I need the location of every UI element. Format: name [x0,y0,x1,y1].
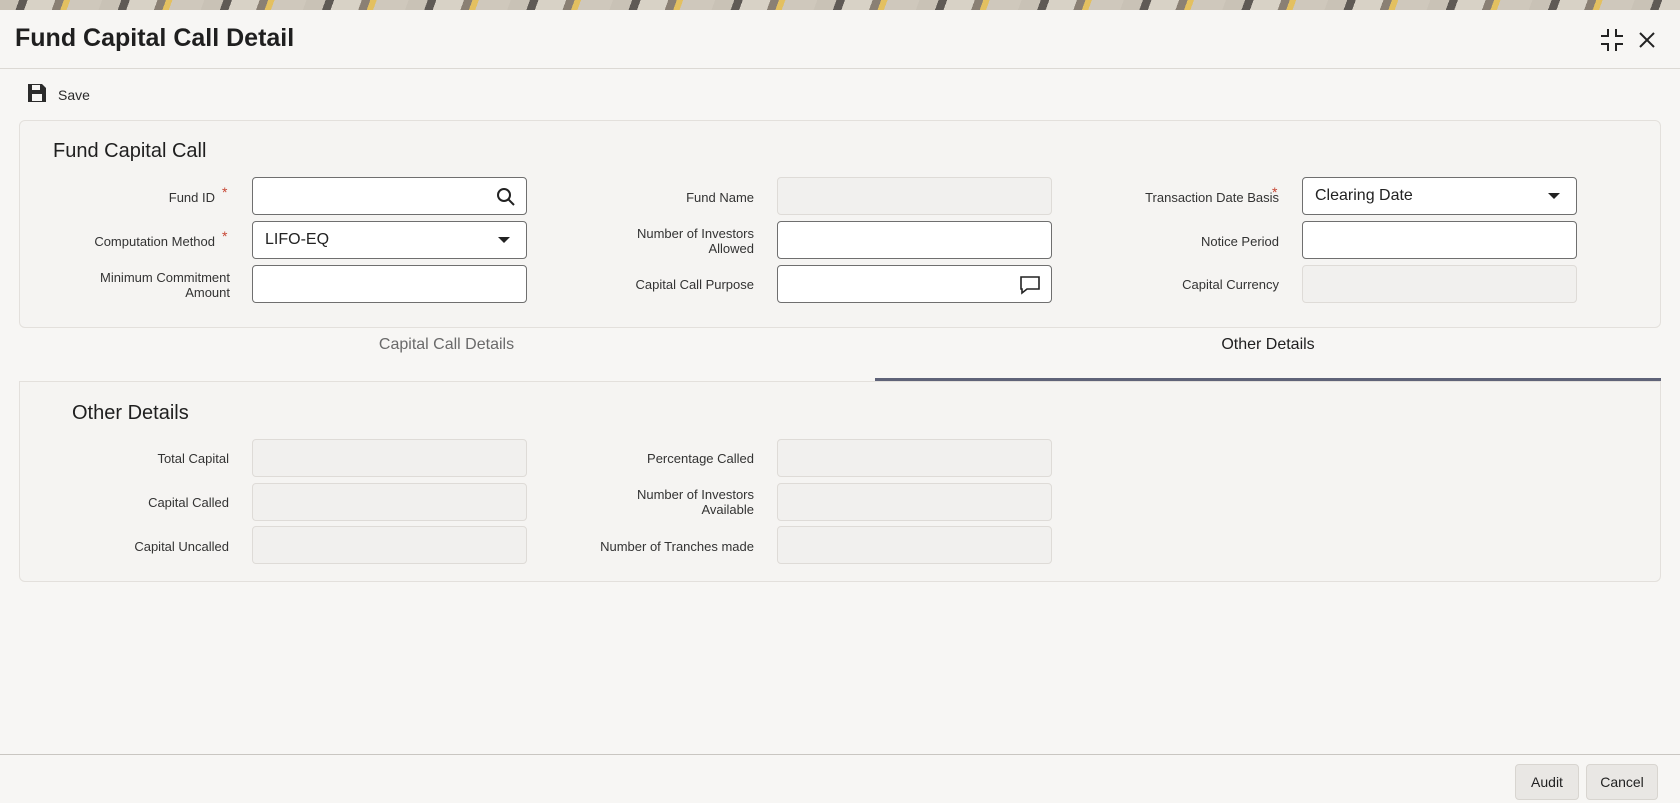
number-of-investors-allowed-input[interactable] [777,221,1052,259]
fund-capital-call-title: Fund Capital Call [53,140,207,162]
title-bar: Fund Capital Call Detail [0,10,1680,69]
footer-bar: Audit Cancel [0,754,1680,803]
audit-button[interactable]: Audit [1515,764,1579,800]
fund-name-label: Fund Name [686,190,754,205]
other-details-title: Other Details [72,402,189,424]
maximize-icon[interactable] [1599,27,1625,53]
page-title: Fund Capital Call Detail [15,24,295,52]
chevron-down-icon [1548,193,1560,199]
number-of-investors-available-label: Number of Investors Available [636,487,754,517]
fund-id-input[interactable] [252,177,527,215]
capital-call-purpose-label: Capital Call Purpose [635,277,754,292]
number-of-investors-allowed-label: Number of Investors Allowed [636,226,754,256]
total-capital-label: Total Capital [157,451,229,466]
number-of-investors-available-field [777,483,1052,521]
computation-method-select[interactable]: LIFO-EQ [252,221,527,259]
tab-other-details[interactable]: Other Details [875,336,1661,381]
capital-call-purpose-input[interactable] [777,265,1052,303]
fund-name-field [777,177,1052,215]
notice-period-input[interactable] [1302,221,1577,259]
search-icon[interactable] [496,187,516,212]
percentage-called-field [777,439,1052,477]
fund-id-required: * [222,184,228,200]
minimum-commitment-amount-input[interactable] [252,265,527,303]
computation-method-required: * [222,228,228,244]
computation-method-label: Computation Method [94,234,215,249]
notice-period-label: Notice Period [1200,234,1279,249]
number-of-tranches-made-field [777,526,1052,564]
header-pattern-strip [0,0,1680,10]
cancel-button[interactable]: Cancel [1586,764,1658,800]
tab-capital-call-details[interactable]: Capital Call Details [19,336,874,380]
save-button[interactable]: Save [26,82,90,107]
capital-uncalled-label: Capital Uncalled [134,539,229,554]
fund-id-label: Fund ID [168,190,215,205]
capital-uncalled-field [252,526,527,564]
floppy-disk-icon [26,82,48,107]
transaction-date-basis-select[interactable]: Clearing Date [1302,177,1577,215]
capital-currency-field [1302,265,1577,303]
close-icon[interactable] [1634,27,1660,53]
comment-icon[interactable] [1019,275,1041,300]
number-of-tranches-made-label: Number of Tranches made [600,539,754,554]
minimum-commitment-amount-label: Minimum Commitment Amount [99,270,230,300]
percentage-called-label: Percentage Called [647,451,754,466]
transaction-date-basis-required: * [1272,184,1278,200]
chevron-down-icon [498,237,510,243]
capital-currency-label: Capital Currency [1182,277,1279,292]
total-capital-field [252,439,527,477]
capital-called-field [252,483,527,521]
transaction-date-basis-label: Transaction Date Basis [1145,190,1279,205]
save-label: Save [58,86,90,103]
capital-called-label: Capital Called [148,495,229,510]
